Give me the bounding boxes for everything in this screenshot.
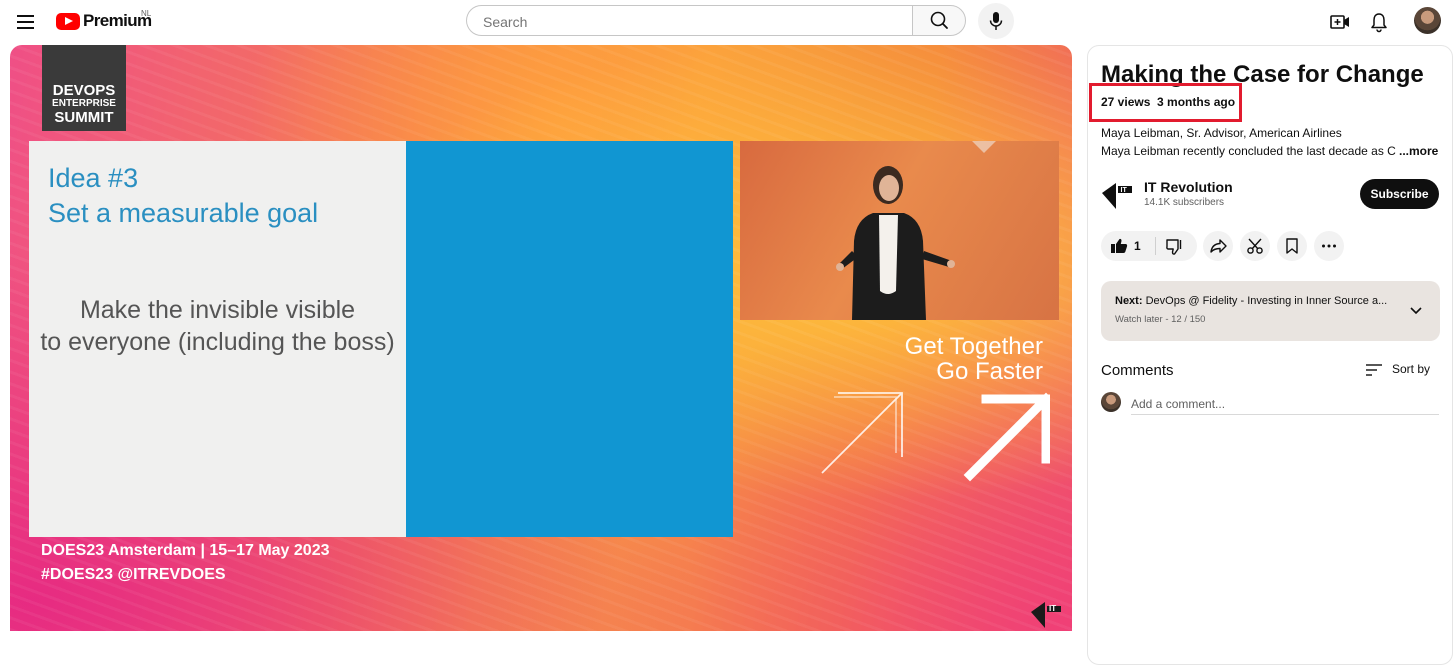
video-info-panel: Making the Case for Change 27 views 3 mo…: [1087, 45, 1453, 665]
menu-icon[interactable]: [12, 9, 40, 35]
save-button[interactable]: [1277, 231, 1307, 261]
sort-label: Sort by: [1392, 362, 1431, 376]
watermark-text: IT: [1049, 604, 1056, 613]
youtube-logo-icon: [56, 12, 80, 30]
up-next-label: Next:: [1115, 295, 1143, 307]
slide-body-line: to everyone (including the boss): [40, 328, 395, 356]
country-code: NL: [141, 9, 152, 18]
description-more-link[interactable]: ...more: [1396, 144, 1439, 158]
subscribe-button[interactable]: Subscribe: [1360, 179, 1439, 209]
description-line: Maya Leibman recently concluded the last…: [1101, 144, 1401, 158]
chevron-down-icon[interactable]: [1408, 303, 1424, 319]
it-revolution-watermark-icon: IT: [1031, 602, 1061, 628]
up-next-video-title: DevOps @ Fidelity - Investing in Inner S…: [1145, 295, 1388, 307]
upload-age: 3 months ago: [1157, 95, 1236, 109]
voice-search-button[interactable]: [978, 3, 1014, 39]
like-count: 1: [1134, 239, 1141, 253]
speaker-inset: [740, 141, 1059, 320]
up-next-meta: Watch later - 12 / 150: [1115, 314, 1206, 325]
tagline-line: Go Faster: [936, 358, 1043, 385]
create-video-icon: [1330, 15, 1349, 29]
comment-input[interactable]: [1131, 394, 1439, 415]
description-line: Maya Leibman, Sr. Advisor, American Airl…: [1101, 126, 1342, 140]
bell-icon: [1371, 13, 1387, 33]
up-next-card[interactable]: Next: DevOps @ Fidelity - Investing in I…: [1101, 281, 1440, 341]
video-player[interactable]: DEVOPS ENTERPRISE SUMMIT Idea #3 Set a m…: [10, 45, 1072, 631]
subscriber-count: 14.1K subscribers: [1144, 197, 1225, 208]
slide-blue-panel: [406, 141, 733, 537]
like-button[interactable]: 1: [1101, 231, 1155, 261]
tagline-line: Get Together: [904, 333, 1043, 360]
event-badge-line: ENTERPRISE: [52, 98, 116, 109]
dislike-button[interactable]: [1156, 231, 1197, 261]
top-bar: Premium NL: [0, 0, 1456, 44]
clip-icon: [1247, 238, 1263, 254]
search-icon: [930, 11, 948, 29]
channel-avatar-text: IT: [1121, 187, 1128, 194]
slide-idea-number: Idea #3: [48, 163, 139, 193]
share-icon: [1210, 239, 1227, 253]
event-hashtag-text: #DOES23 @ITREVDOES: [41, 566, 226, 583]
commenter-avatar: [1101, 392, 1121, 412]
search-button[interactable]: [912, 5, 966, 36]
more-icon: [1322, 244, 1336, 248]
search-input[interactable]: [481, 13, 885, 31]
search-box: [466, 5, 912, 36]
comments-heading: Comments: [1101, 362, 1174, 379]
create-video-button[interactable]: [1327, 9, 1353, 35]
channel-name[interactable]: IT Revolution: [1144, 179, 1233, 195]
more-actions-button[interactable]: [1314, 231, 1344, 261]
event-badge-line: DEVOPS: [52, 82, 116, 99]
dislike-icon: [1166, 239, 1182, 255]
event-date-text: DOES23 Amsterdam | 15–17 May 2023: [41, 542, 330, 559]
channel-avatar-icon[interactable]: IT: [1101, 179, 1133, 211]
clip-button[interactable]: [1240, 231, 1270, 261]
save-icon: [1286, 238, 1298, 254]
video-meta: 27 views 3 months ago: [1101, 95, 1235, 109]
event-badge-line: SUMMIT: [54, 109, 114, 126]
account-avatar[interactable]: [1414, 7, 1441, 34]
slide-goal-title: Set a measurable goal: [48, 198, 319, 228]
speaker-figure: [836, 141, 996, 320]
slide-body-line: Make the invisible visible: [79, 296, 356, 324]
youtube-logo[interactable]: Premium: [56, 10, 152, 32]
arrows-graphic: [821, 392, 1050, 482]
share-button[interactable]: [1203, 231, 1233, 261]
notifications-button[interactable]: [1366, 9, 1392, 35]
up-next-title: Next: DevOps @ Fidelity - Investing in I…: [1115, 295, 1387, 307]
like-dislike-pill: 1: [1101, 231, 1197, 261]
sort-icon: [1366, 364, 1382, 376]
view-count: 27 views: [1101, 95, 1151, 109]
slide-panel: Idea #3 Set a measurable goal Make the i…: [29, 141, 406, 537]
microphone-icon: [989, 12, 1003, 30]
event-badge: DEVOPS ENTERPRISE SUMMIT: [42, 45, 126, 131]
like-icon: [1111, 238, 1128, 253]
